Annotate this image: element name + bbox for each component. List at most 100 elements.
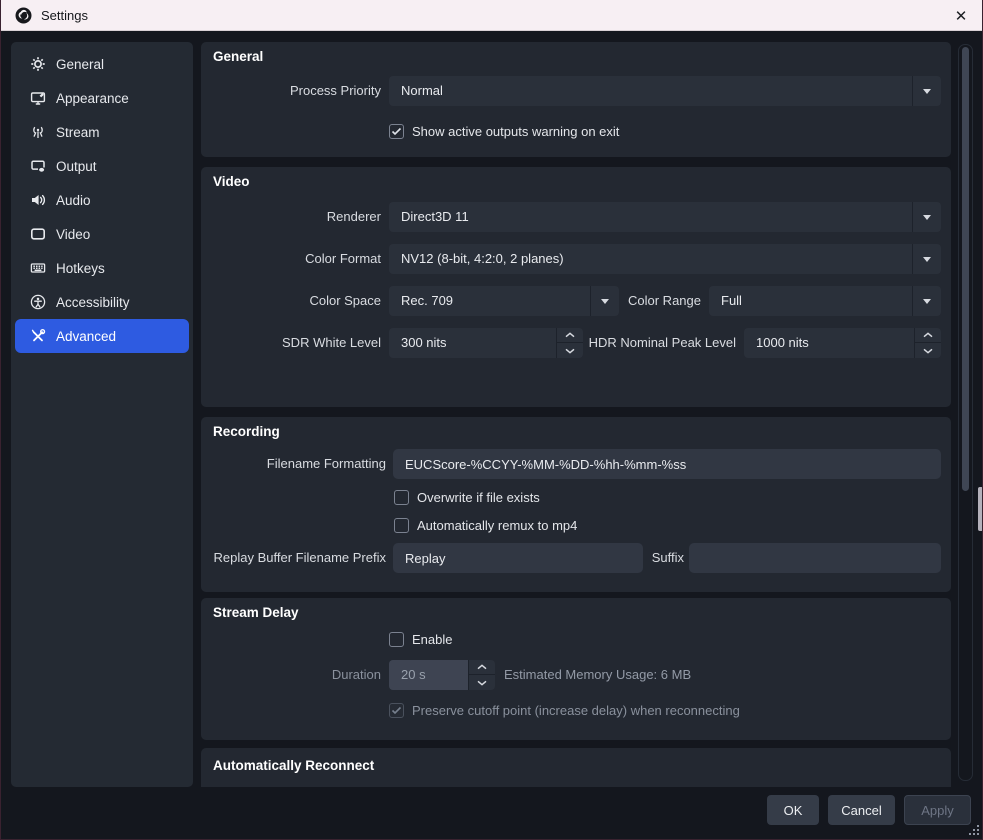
section-title: Video	[213, 174, 250, 189]
settings-window: Settings ✕ General Appearance	[0, 0, 983, 840]
duration-spinbox: 20 s	[389, 660, 495, 690]
color-range-value: Full	[721, 286, 742, 316]
remux-checkbox-row[interactable]: Automatically remux to mp4	[394, 518, 577, 533]
chevron-down-icon	[923, 89, 931, 94]
spin-down-button[interactable]	[557, 343, 583, 358]
output-icon	[29, 158, 46, 175]
sidebar-item-label: Appearance	[56, 91, 129, 106]
settings-sidebar: General Appearance Stream Ou	[11, 42, 193, 787]
sdr-white-level-value: 300 nits	[401, 328, 447, 358]
suffix-input[interactable]	[689, 543, 941, 573]
background-window-edge	[978, 487, 983, 531]
spin-down-button[interactable]	[915, 343, 941, 358]
renderer-dropdown[interactable]: Direct3D 11	[389, 202, 941, 232]
sidebar-item-label: Advanced	[56, 329, 116, 344]
preserve-cutoff-label: Preserve cutoff point (increase delay) w…	[412, 703, 740, 718]
show-warning-label: Show active outputs warning on exit	[412, 124, 619, 139]
dropdown-arrow[interactable]	[912, 244, 941, 274]
stream-delay-enable-label: Enable	[412, 632, 452, 647]
scrollbar-thumb[interactable]	[962, 47, 969, 491]
chevron-up-icon	[565, 332, 575, 338]
spin-up-button[interactable]	[557, 328, 583, 343]
sidebar-item-label: General	[56, 57, 104, 72]
section-general: General Process Priority Normal Show act…	[201, 42, 951, 157]
chevron-down-icon	[477, 680, 487, 686]
section-title: General	[213, 49, 263, 64]
color-space-dropdown[interactable]: Rec. 709	[389, 286, 619, 316]
ok-button[interactable]: OK	[767, 795, 819, 825]
color-format-label: Color Format	[201, 244, 381, 274]
dropdown-arrow[interactable]	[912, 202, 941, 232]
remux-label: Automatically remux to mp4	[417, 518, 577, 533]
process-priority-dropdown[interactable]: Normal	[389, 76, 941, 106]
preserve-cutoff-checkbox	[389, 703, 404, 718]
hdr-peak-level-label: HDR Nominal Peak Level	[581, 328, 736, 358]
dropdown-arrow[interactable]	[912, 286, 941, 316]
color-space-label: Color Space	[201, 286, 381, 316]
overwrite-checkbox-row[interactable]: Overwrite if file exists	[394, 490, 540, 505]
section-stream-delay: Stream Delay Enable Duration 20 s Estima…	[201, 598, 951, 740]
renderer-value: Direct3D 11	[401, 202, 469, 232]
scrollbar-track[interactable]	[958, 44, 973, 781]
renderer-label: Renderer	[201, 202, 381, 232]
keyboard-icon	[29, 260, 46, 277]
close-button[interactable]: ✕	[938, 0, 983, 31]
spin-down-button[interactable]	[469, 675, 495, 690]
preserve-cutoff-row: Preserve cutoff point (increase delay) w…	[389, 703, 740, 718]
sidebar-item-label: Accessibility	[56, 295, 130, 310]
spin-up-button[interactable]	[469, 660, 495, 675]
chevron-down-icon	[565, 348, 575, 354]
chevron-down-icon	[923, 348, 933, 354]
show-warning-checkbox[interactable]	[389, 124, 404, 139]
tools-icon	[29, 328, 46, 345]
sidebar-item-label: Video	[56, 227, 90, 242]
overwrite-checkbox[interactable]	[394, 490, 409, 505]
process-priority-label: Process Priority	[201, 76, 381, 106]
sidebar-item-advanced[interactable]: Advanced	[15, 319, 189, 353]
chevron-up-icon	[923, 332, 933, 338]
checkmark-icon	[391, 706, 402, 715]
titlebar[interactable]: Settings ✕	[1, 0, 983, 31]
color-format-dropdown[interactable]: NV12 (8-bit, 4:2:0, 2 planes)	[389, 244, 941, 274]
checkmark-icon	[391, 127, 402, 136]
resize-grip[interactable]	[969, 825, 980, 836]
sidebar-item-output[interactable]: Output	[15, 149, 189, 183]
chevron-down-icon	[923, 257, 931, 262]
section-auto-reconnect: Automatically Reconnect	[201, 748, 951, 787]
sidebar-item-audio[interactable]: Audio	[15, 183, 189, 217]
sidebar-item-hotkeys[interactable]: Hotkeys	[15, 251, 189, 285]
sdr-white-level-spinbox[interactable]: 300 nits	[389, 328, 583, 358]
filename-formatting-input[interactable]	[393, 449, 941, 479]
sidebar-item-general[interactable]: General	[15, 47, 189, 81]
sdr-white-level-label: SDR White Level	[201, 328, 381, 358]
display-edit-icon	[29, 90, 46, 107]
memory-usage-text: Estimated Memory Usage: 6 MB	[504, 660, 691, 690]
monitor-icon	[29, 226, 46, 243]
sidebar-item-label: Output	[56, 159, 97, 174]
section-recording: Recording Filename Formatting Overwrite …	[201, 417, 951, 592]
sidebar-item-accessibility[interactable]: Accessibility	[15, 285, 189, 319]
dropdown-arrow[interactable]	[912, 76, 941, 106]
replay-prefix-input[interactable]	[393, 543, 643, 573]
chevron-down-icon	[923, 299, 931, 304]
duration-value: 20 s	[401, 660, 426, 690]
duration-label: Duration	[201, 660, 381, 690]
sidebar-item-stream[interactable]: Stream	[15, 115, 189, 149]
process-priority-value: Normal	[401, 76, 443, 106]
sidebar-item-appearance[interactable]: Appearance	[15, 81, 189, 115]
stream-delay-enable-checkbox[interactable]	[389, 632, 404, 647]
remux-checkbox[interactable]	[394, 518, 409, 533]
cancel-button[interactable]: Cancel	[828, 795, 895, 825]
broadcast-icon	[29, 124, 46, 141]
spin-up-button[interactable]	[915, 328, 941, 343]
chevron-down-icon	[923, 215, 931, 220]
hdr-peak-level-spinbox[interactable]: 1000 nits	[744, 328, 941, 358]
section-title: Stream Delay	[213, 605, 299, 620]
stream-delay-enable-row[interactable]: Enable	[389, 632, 452, 647]
hdr-peak-level-value: 1000 nits	[756, 328, 809, 358]
dropdown-arrow[interactable]	[590, 286, 619, 316]
overwrite-label: Overwrite if file exists	[417, 490, 540, 505]
show-warning-checkbox-row[interactable]: Show active outputs warning on exit	[389, 124, 619, 139]
sidebar-item-video[interactable]: Video	[15, 217, 189, 251]
color-range-dropdown[interactable]: Full	[709, 286, 941, 316]
